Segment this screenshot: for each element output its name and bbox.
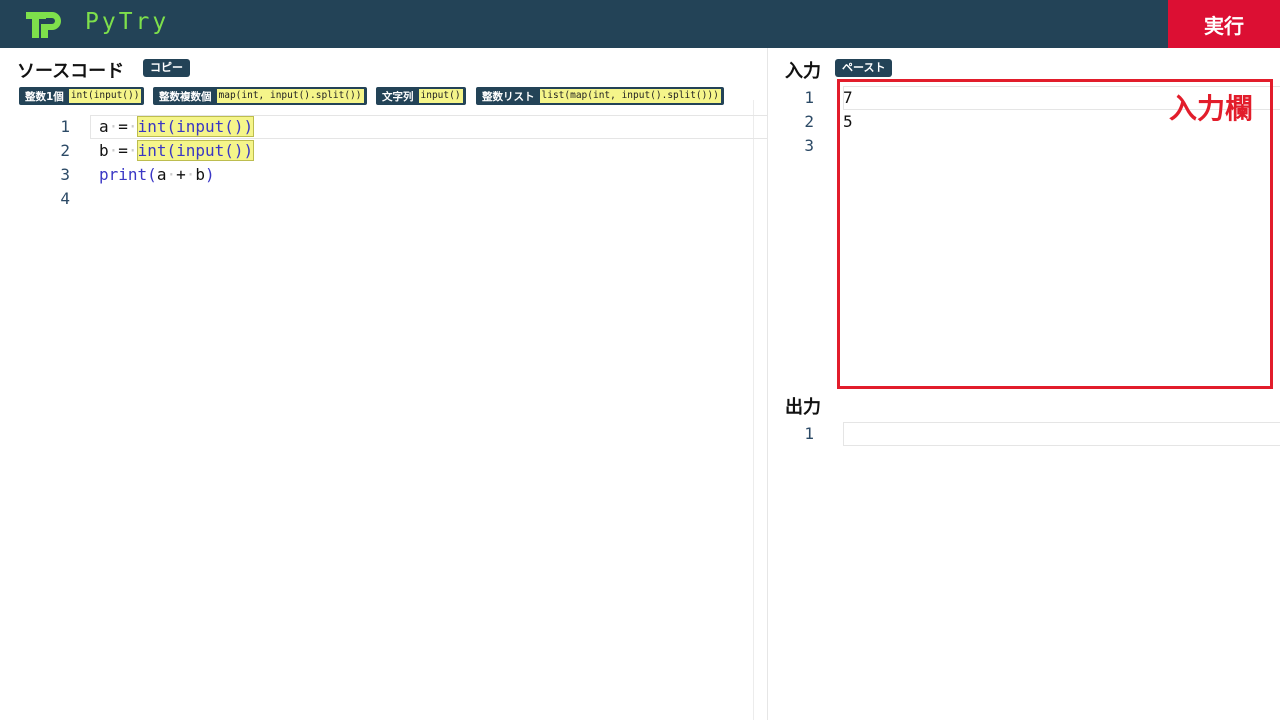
snippet-int-single[interactable]: 整数1個 int(input()) <box>19 87 145 105</box>
code-token-function: print <box>99 165 148 184</box>
code-line: print(a·+·b) <box>99 165 215 184</box>
snippet-label: 文字列 <box>382 90 414 103</box>
line-number: 4 <box>60 189 70 208</box>
code-line: b·=·int(input()) <box>99 140 255 161</box>
input-annotation-label: 入力欄 <box>1169 92 1254 125</box>
output-title: 出力 <box>785 397 821 418</box>
code-line: a·=·int(input()) <box>99 116 255 137</box>
snippet-code: map(int, input().split()) <box>216 89 364 103</box>
snippet-code: input() <box>418 89 463 103</box>
editor-scroll-divider <box>753 100 754 720</box>
line-number: 2 <box>60 141 70 160</box>
paste-button[interactable]: ペースト <box>835 59 893 77</box>
snippet-int-list[interactable]: 整数リスト list(map(int, input().split())) <box>476 87 724 105</box>
line-number: 1 <box>60 117 70 136</box>
code-token: a <box>99 117 109 136</box>
code-token-highlight: int(input()) <box>136 116 255 137</box>
input-title: 入力 <box>785 61 821 82</box>
code-token: = <box>118 141 128 160</box>
line-number: 1 <box>804 424 814 443</box>
line-number: 2 <box>804 112 814 131</box>
code-token: = <box>118 117 128 136</box>
snippet-label: 整数複数個 <box>159 90 212 103</box>
snippet-code: int(input()) <box>68 89 142 103</box>
code-token-highlight: int(input()) <box>136 140 255 161</box>
run-button[interactable]: 実行 <box>1168 0 1280 48</box>
code-token: b <box>195 165 206 184</box>
current-line-highlight <box>843 422 1280 446</box>
line-number: 3 <box>804 136 814 155</box>
snippet-string[interactable]: 文字列 input() <box>376 87 466 105</box>
top-bar: PyTry 実行 <box>0 0 1280 48</box>
code-token: a <box>156 165 167 184</box>
copy-button[interactable]: コピー <box>143 59 190 77</box>
code-token: b <box>99 141 109 160</box>
app-name: PyTry <box>85 9 170 35</box>
snippet-label: 整数リスト <box>482 90 535 103</box>
code-token: ( <box>147 165 157 184</box>
pytry-logo-icon <box>26 12 61 38</box>
line-number: 1 <box>804 88 814 107</box>
line-number: 3 <box>60 165 70 184</box>
source-title: ソースコード <box>17 61 125 82</box>
code-token: + <box>176 165 186 184</box>
snippet-code: list(map(int, input().split())) <box>539 89 721 103</box>
snippet-label: 整数1個 <box>25 90 64 103</box>
code-token: ) <box>205 165 215 184</box>
snippet-int-multiple[interactable]: 整数複数個 map(int, input().split()) <box>153 87 367 105</box>
